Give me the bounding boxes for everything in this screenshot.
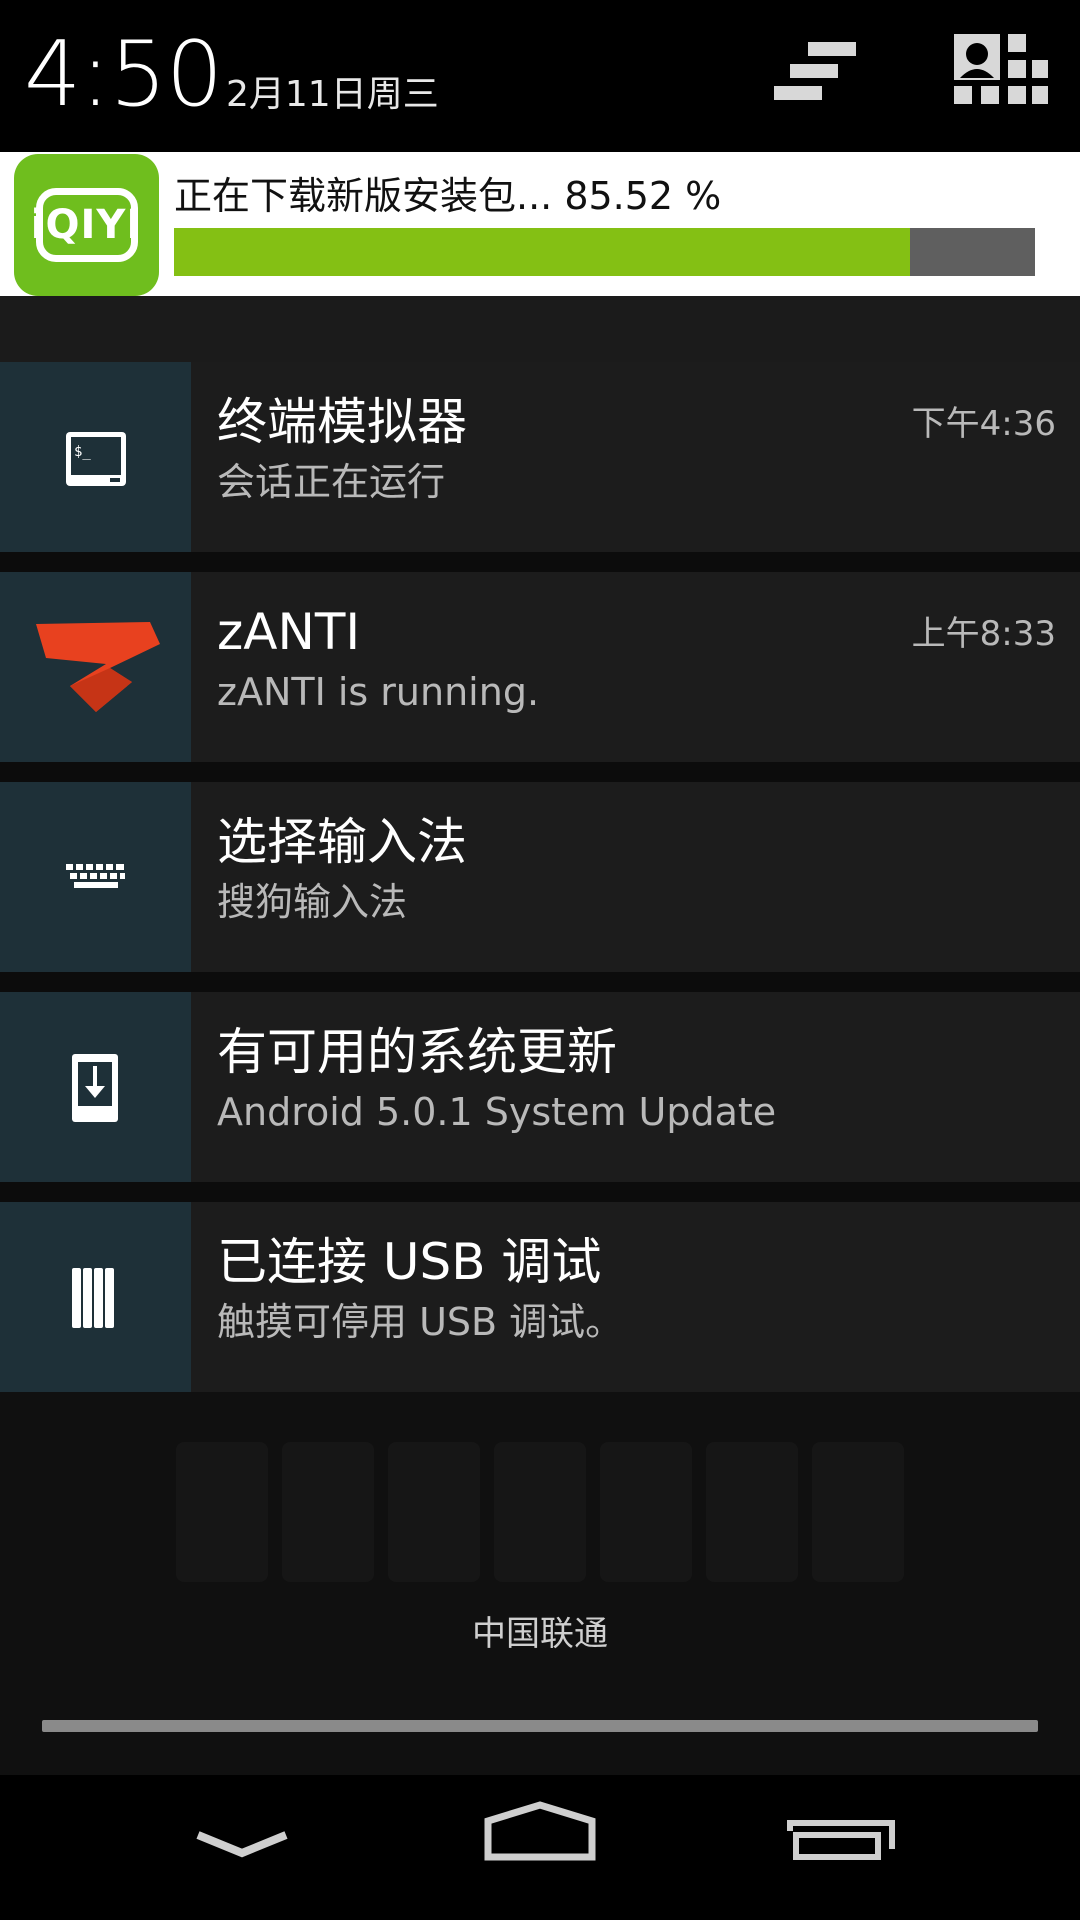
quick-settings-icon[interactable] (952, 30, 1052, 120)
back-chevron-icon[interactable] (142, 1775, 342, 1920)
system-update-icon (0, 992, 191, 1182)
notification-title: 终端模拟器 (217, 393, 467, 451)
notification-time: 下午4:36 (911, 404, 1056, 444)
notification-title: 已连接 USB 调试 (217, 1233, 602, 1291)
background-key (600, 1442, 692, 1582)
notification-time: 上午8:33 (911, 614, 1056, 654)
notification-title: 选择输入法 (217, 813, 467, 871)
notification-title: zANTI (217, 603, 361, 661)
date[interactable]: 2月11日周三 (226, 73, 439, 117)
notification-input-method[interactable]: 选择输入法 搜狗输入法 (0, 782, 1080, 972)
keyboard-icon (0, 782, 191, 972)
notification-terminal[interactable]: $_ 终端模拟器 会话正在运行 下午4:36 (0, 362, 1080, 552)
recent-apps-icon[interactable] (744, 1775, 944, 1920)
notification-title: 有可用的系统更新 (217, 1023, 617, 1081)
notification-shade-header: 4:50 2月11日周三 (0, 0, 1080, 152)
terminal-icon: $_ (0, 362, 191, 552)
background-key (494, 1442, 586, 1582)
download-notification[interactable]: iQIYI 正在下载新版安装包... 85.52 % (0, 152, 1080, 296)
notification-usb-debugging[interactable]: 已连接 USB 调试 触摸可停用 USB 调试。 (0, 1202, 1080, 1392)
navigation-bar (0, 1775, 1080, 1920)
download-status-text: 正在下载新版安装包... 85.52 % (174, 174, 722, 218)
background-key (282, 1442, 374, 1582)
svg-text:$_: $_ (74, 444, 91, 460)
clock[interactable]: 4:50 (24, 20, 223, 130)
notification-subtitle: 触摸可停用 USB 调试。 (217, 1300, 624, 1344)
notification-system-update[interactable]: 有可用的系统更新 Android 5.0.1 System Update (0, 992, 1080, 1182)
background-key (388, 1442, 480, 1582)
background-key (706, 1442, 798, 1582)
notification-subtitle: Android 5.0.1 System Update (217, 1090, 777, 1134)
notification-subtitle: 会话正在运行 (217, 460, 446, 504)
shade-gap (0, 296, 1080, 362)
zanti-icon (0, 572, 191, 762)
notification-zanti[interactable]: zANTI zANTI is running. 上午8:33 (0, 572, 1080, 762)
home-icon[interactable] (440, 1775, 640, 1920)
download-progress-fill (174, 228, 911, 276)
iqiyi-app-icon: iQIYI (14, 154, 159, 296)
background-key (812, 1442, 904, 1582)
carrier-label: 中国联通 (472, 1614, 608, 1654)
notification-subtitle: 搜狗输入法 (217, 880, 408, 924)
usb-debug-icon (0, 1202, 191, 1392)
notification-subtitle: zANTI is running. (217, 670, 540, 714)
background-key (176, 1442, 268, 1582)
clear-all-notifications-icon[interactable] (768, 30, 868, 120)
iqiyi-logo-text: iQIYI (30, 202, 143, 248)
download-progress-bar (174, 228, 1035, 276)
shade-drag-handle[interactable] (42, 1720, 1038, 1732)
